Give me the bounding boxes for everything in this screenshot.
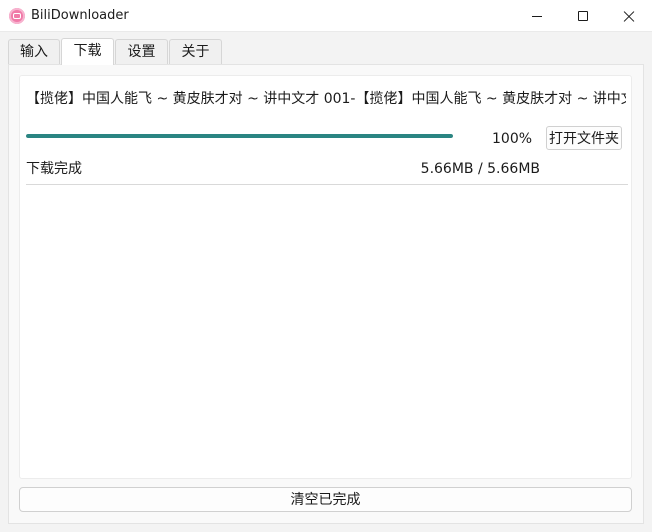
bilibili-app-icon [9,8,25,24]
item-divider [26,184,628,185]
download-item-title: 【揽佬】中国人能飞 ~ 黄皮肤才对 ~ 讲中文才 001-【揽佬】中国人能飞 ~… [26,91,626,107]
tab-settings[interactable]: 设置 [115,39,168,64]
close-icon[interactable] [606,0,652,32]
tab-bar: 输入 下载 设置 关于 [0,32,652,65]
maximize-icon[interactable] [560,0,606,32]
app-window: BiliDownloader 输入 下载 设置 关于 【揽佬】中国人能飞 ~ 黄… [0,0,652,532]
clear-completed-button[interactable]: 清空已完成 [19,487,632,512]
window-title: BiliDownloader [31,8,129,23]
tab-about[interactable]: 关于 [169,39,222,64]
tab-input[interactable]: 输入 [8,39,60,64]
download-panel: 【揽佬】中国人能飞 ~ 黄皮肤才对 ~ 讲中文才 001-【揽佬】中国人能飞 ~… [8,64,644,524]
download-progress-percent: 100% [492,131,533,147]
download-progress-fill [26,134,453,138]
open-folder-button[interactable]: 打开文件夹 [546,126,622,150]
minimize-icon[interactable] [514,0,560,32]
download-status: 下载完成 [26,161,82,177]
download-progress-bar [26,134,453,138]
download-size: 5.66MB / 5.66MB [420,161,540,177]
download-list[interactable]: 【揽佬】中国人能飞 ~ 黄皮肤才对 ~ 讲中文才 001-【揽佬】中国人能飞 ~… [19,75,632,479]
title-bar[interactable]: BiliDownloader [0,0,652,32]
tab-download[interactable]: 下载 [61,38,114,65]
